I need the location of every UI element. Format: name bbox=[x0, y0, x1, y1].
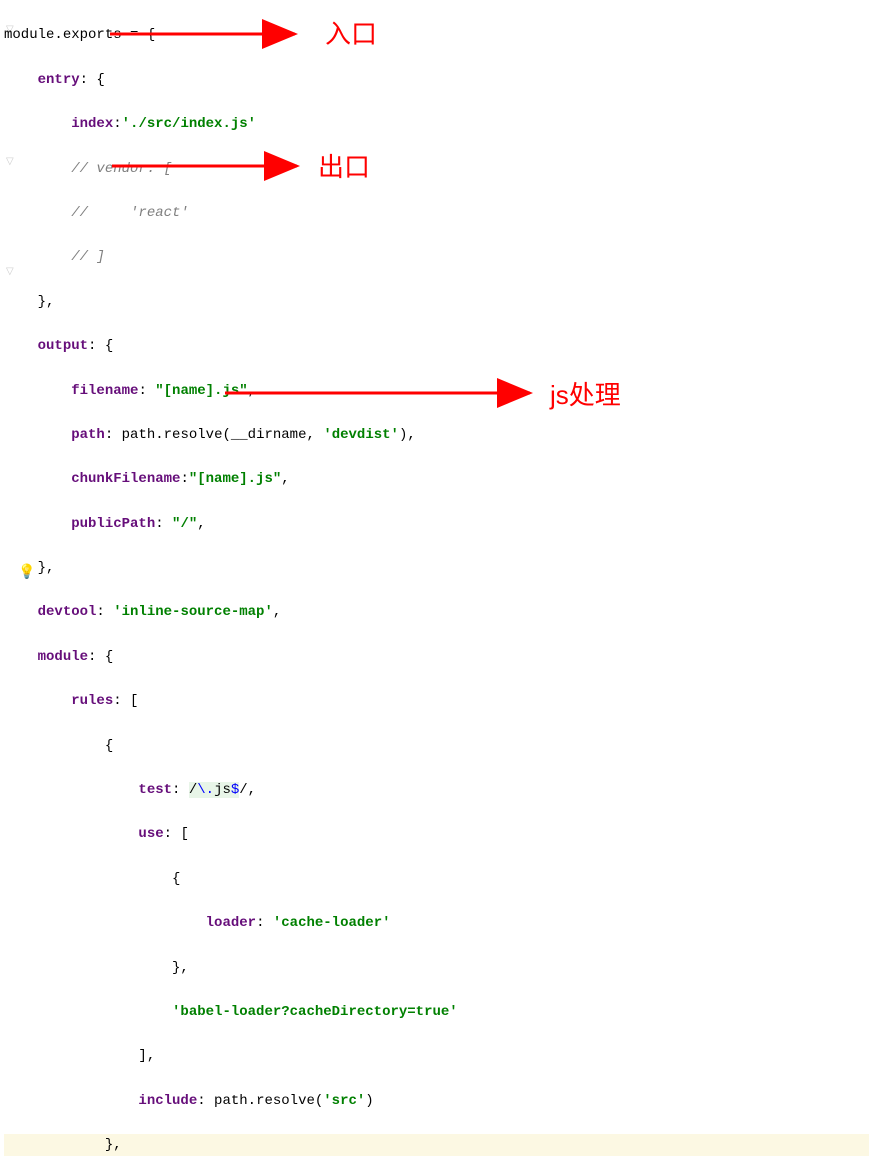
annotation-arrow-output bbox=[112, 158, 312, 178]
annotation-label-entry: 入口 bbox=[325, 14, 377, 56]
annotation-label-js: js处理 bbox=[550, 375, 621, 417]
annotation-arrow-entry bbox=[110, 26, 310, 46]
annotation-label-output: 出口 bbox=[318, 147, 370, 189]
annotation-arrow-js bbox=[225, 385, 545, 405]
